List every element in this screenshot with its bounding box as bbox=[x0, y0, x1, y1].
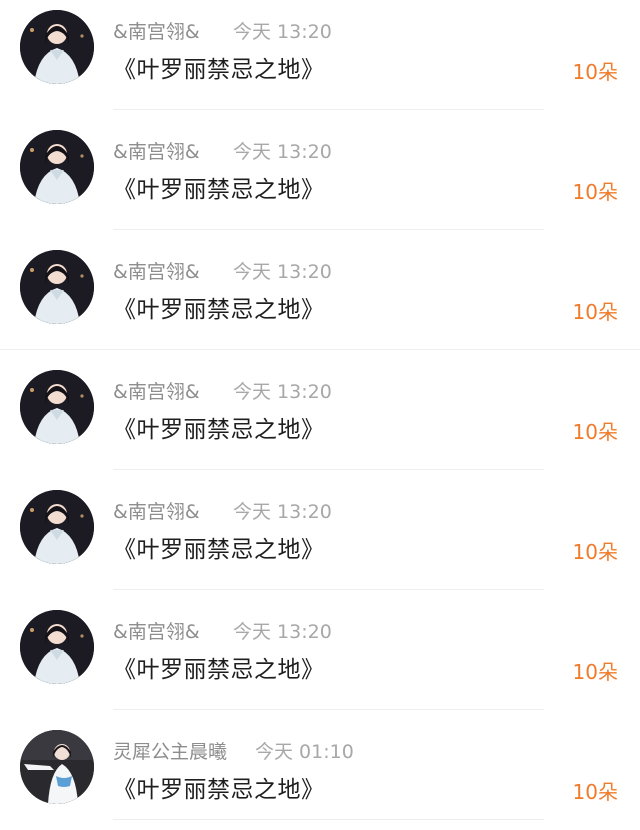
message-content: 《叶罗丽禁忌之地》 bbox=[113, 297, 325, 323]
divider bbox=[113, 819, 544, 820]
avatar[interactable] bbox=[20, 490, 94, 564]
avatar[interactable] bbox=[20, 130, 94, 204]
sender-name[interactable]: &南宫翎& bbox=[113, 497, 200, 524]
flower-count: 10朵 bbox=[572, 780, 618, 804]
message-content: 《叶罗丽禁忌之地》 bbox=[113, 177, 325, 203]
flower-count: 10朵 bbox=[572, 540, 618, 564]
message-content: 《叶罗丽禁忌之地》 bbox=[113, 777, 325, 803]
flower-count: 10朵 bbox=[572, 420, 618, 444]
message-time: 今天 13:20 bbox=[233, 381, 332, 403]
divider bbox=[113, 469, 544, 470]
message-content: 《叶罗丽禁忌之地》 bbox=[113, 537, 325, 563]
sender-name[interactable]: &南宫翎& bbox=[113, 257, 200, 284]
list-item[interactable]: &南宫翎& 今天 13:20 《叶罗丽禁忌之地》 10朵 bbox=[0, 0, 640, 120]
avatar[interactable] bbox=[20, 730, 94, 804]
flower-count: 10朵 bbox=[572, 60, 618, 84]
list-item[interactable]: &南宫翎& 今天 13:20 《叶罗丽禁忌之地》 10朵 bbox=[0, 240, 640, 360]
list-item[interactable]: &南宫翎& 今天 13:20 《叶罗丽禁忌之地》 10朵 bbox=[0, 480, 640, 600]
sender-name[interactable]: 灵犀公主晨曦 bbox=[113, 737, 227, 764]
avatar-image bbox=[20, 730, 94, 804]
avatar[interactable] bbox=[20, 610, 94, 684]
avatar[interactable] bbox=[20, 370, 94, 444]
flower-count: 10朵 bbox=[572, 300, 618, 324]
list-item[interactable]: &南宫翎& 今天 13:20 《叶罗丽禁忌之地》 10朵 bbox=[0, 600, 640, 720]
message-time: 今天 01:10 bbox=[255, 741, 354, 763]
message-content: 《叶罗丽禁忌之地》 bbox=[113, 417, 325, 443]
message-content: 《叶罗丽禁忌之地》 bbox=[113, 57, 325, 83]
divider bbox=[113, 229, 544, 230]
gift-message-list: &南宫翎& 今天 13:20 《叶罗丽禁忌之地》 10朵 &南宫翎& 今天 13… bbox=[0, 0, 640, 830]
flower-count: 10朵 bbox=[572, 180, 618, 204]
avatar-image bbox=[20, 10, 94, 84]
message-time: 今天 13:20 bbox=[233, 141, 332, 163]
avatar[interactable] bbox=[20, 10, 94, 84]
message-content: 《叶罗丽禁忌之地》 bbox=[113, 657, 325, 683]
list-item[interactable]: &南宫翎& 今天 13:20 《叶罗丽禁忌之地》 10朵 bbox=[0, 360, 640, 480]
avatar-image bbox=[20, 250, 94, 324]
sender-name[interactable]: &南宫翎& bbox=[113, 17, 200, 44]
message-time: 今天 13:20 bbox=[233, 21, 332, 43]
flower-count: 10朵 bbox=[572, 660, 618, 684]
divider bbox=[113, 109, 544, 110]
avatar-image bbox=[20, 130, 94, 204]
sender-name[interactable]: &南宫翎& bbox=[113, 617, 200, 644]
avatar-image bbox=[20, 490, 94, 564]
message-time: 今天 13:20 bbox=[233, 261, 332, 283]
message-time: 今天 13:20 bbox=[233, 501, 332, 523]
message-time: 今天 13:20 bbox=[233, 621, 332, 643]
avatar-image bbox=[20, 370, 94, 444]
sender-name[interactable]: &南宫翎& bbox=[113, 137, 200, 164]
avatar-image bbox=[20, 610, 94, 684]
sender-name[interactable]: &南宫翎& bbox=[113, 377, 200, 404]
divider bbox=[113, 709, 544, 710]
divider bbox=[113, 589, 544, 590]
divider bbox=[0, 349, 640, 350]
avatar[interactable] bbox=[20, 250, 94, 324]
list-item[interactable]: &南宫翎& 今天 13:20 《叶罗丽禁忌之地》 10朵 bbox=[0, 120, 640, 240]
list-item[interactable]: 灵犀公主晨曦 今天 01:10 《叶罗丽禁忌之地》 10朵 bbox=[0, 720, 640, 830]
